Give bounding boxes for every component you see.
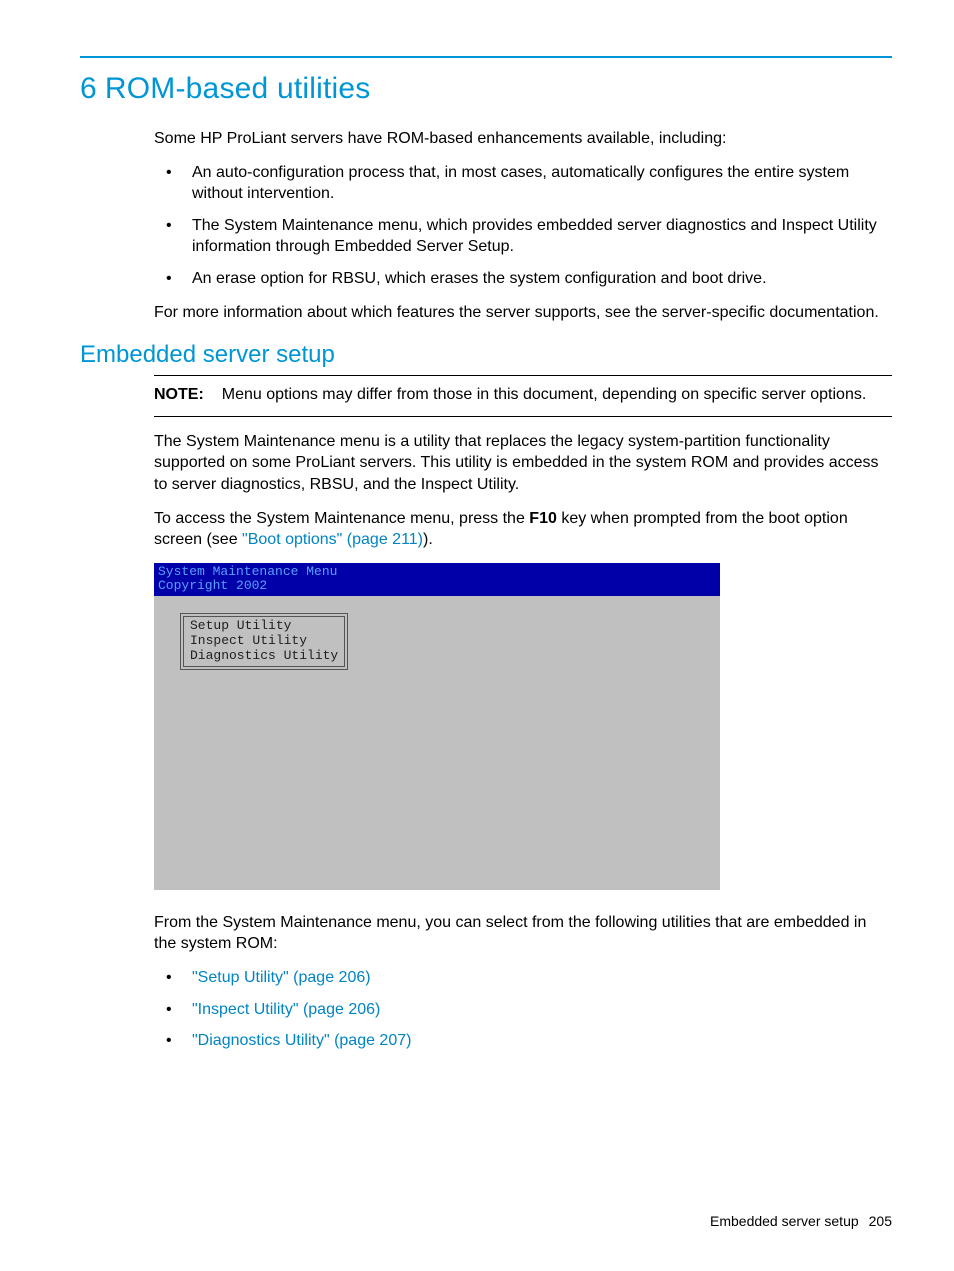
top-rule	[80, 56, 892, 58]
list-item: "Setup Utility" (page 206)	[154, 967, 892, 989]
list-item: An erase option for RBSU, which erases t…	[154, 268, 892, 290]
utilities-link-list: "Setup Utility" (page 206) "Inspect Util…	[154, 967, 892, 1052]
chapter-heading: 6ROM-based utilities	[80, 72, 892, 106]
intro-text: Some HP ProLiant servers have ROM-based …	[154, 128, 892, 150]
screenshot-menu: Setup UtilityInspect UtilityDiagnostics …	[180, 613, 348, 670]
menu-item: Inspect Utility	[190, 634, 338, 649]
page-number: 205	[869, 1213, 892, 1229]
note-text: Menu options may differ from those in th…	[222, 386, 867, 403]
after-screenshot-text: From the System Maintenance menu, you ca…	[154, 912, 892, 955]
list-item: The System Maintenance menu, which provi…	[154, 215, 892, 258]
para2-post: ).	[423, 531, 433, 548]
section-para1: The System Maintenance menu is a utility…	[154, 431, 892, 496]
chapter-title: ROM-based utilities	[105, 72, 371, 105]
inspect-utility-link[interactable]: "Inspect Utility" (page 206)	[192, 1001, 380, 1018]
section-para2: To access the System Maintenance menu, p…	[154, 508, 892, 551]
screenshot-title-line2: Copyright 2002	[158, 579, 716, 593]
setup-utility-link[interactable]: "Setup Utility" (page 206)	[192, 969, 371, 986]
menu-item: Diagnostics Utility	[190, 649, 338, 664]
list-item: "Diagnostics Utility" (page 207)	[154, 1030, 892, 1052]
screenshot-titlebar: System Maintenance Menu Copyright 2002	[154, 563, 720, 597]
system-maintenance-screenshot: System Maintenance Menu Copyright 2002 S…	[154, 563, 720, 890]
menu-item: Setup Utility	[190, 619, 338, 634]
para2-pre: To access the System Maintenance menu, p…	[154, 510, 529, 527]
diagnostics-utility-link[interactable]: "Diagnostics Utility" (page 207)	[192, 1032, 411, 1049]
note-box: NOTE: Menu options may differ from those …	[154, 375, 892, 417]
page-footer: Embedded server setup 205	[710, 1213, 892, 1229]
boot-options-link[interactable]: "Boot options" (page 211)	[242, 531, 423, 548]
footer-text: Embedded server setup	[710, 1213, 859, 1229]
section-heading: Embedded server setup	[80, 341, 892, 369]
intro-after-text: For more information about which feature…	[154, 302, 892, 324]
intro-bullet-list: An auto-configuration process that, in m…	[154, 162, 892, 290]
note-label: NOTE:	[154, 386, 204, 403]
list-item: An auto-configuration process that, in m…	[154, 162, 892, 205]
key-f10: F10	[529, 510, 557, 527]
list-item: "Inspect Utility" (page 206)	[154, 999, 892, 1021]
chapter-number: 6	[80, 72, 97, 105]
screenshot-title-line1: System Maintenance Menu	[158, 565, 716, 579]
